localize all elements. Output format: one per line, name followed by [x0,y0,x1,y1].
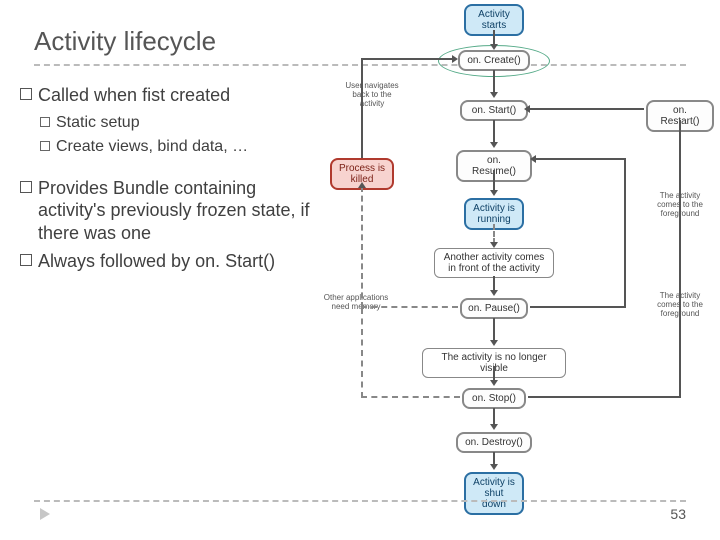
arrow-line [679,120,681,396]
label-nav-back: User navigates back to the activity [340,82,404,108]
arrow-down-icon [490,464,498,470]
arrow-dash [361,186,363,308]
arrow-line [493,318,495,342]
slide: Activity lifecycle Called when fist crea… [0,0,720,540]
node-oncreate: on. Create() [458,50,530,71]
bullet-text: Static setup [56,113,140,133]
bullet-text: Called when fist created [38,84,230,107]
slide-title: Activity lifecycle [34,26,216,57]
square-bullet-icon [20,181,32,193]
arrow-line [493,120,495,144]
bullet-item: Create views, bind data, … [40,137,320,157]
node-ondestroy: on. Destroy() [456,432,532,453]
arrow-down-icon [490,340,498,346]
arrow-line [528,396,681,398]
bullet-item: Called when fist created [20,84,320,107]
arrow-down-icon [490,142,498,148]
arrow-left-icon [530,155,536,163]
arrow-down-icon [490,424,498,430]
bullet-item: Provides Bundle containing activity's pr… [20,177,320,245]
square-bullet-icon [20,254,32,266]
node-shut-down: Activity is shut down [464,472,524,515]
node-onpause: on. Pause() [460,298,528,319]
arrow-line [361,58,455,60]
footer-divider [34,500,686,502]
arrow-line [624,158,626,308]
node-another-activity: Another activity comes in front of the a… [434,248,554,278]
arrow-down-icon [490,380,498,386]
bullet-text: Provides Bundle containing activity's pr… [38,177,320,245]
arrow-dash [493,224,495,244]
arrow-line [528,108,644,110]
bullet-text: Create views, bind data, … [56,137,248,157]
triangle-icon [40,508,50,520]
square-bullet-icon [40,117,50,127]
arrow-down-icon [490,92,498,98]
bullet-text: Always followed by on. Start() [38,250,275,273]
square-bullet-icon [20,88,32,100]
arrow-down-icon [490,44,498,50]
bullet-list: Called when fist created Static setup Cr… [20,84,320,279]
arrow-down-icon [490,242,498,248]
lifecycle-diagram: Activity starts on. Create() on. Start()… [316,0,720,498]
arrow-line [493,70,495,94]
bullet-item: Always followed by on. Start() [20,250,320,273]
arrow-line [493,170,495,192]
arrow-down-icon [490,190,498,196]
node-onstop: on. Stop() [462,388,526,409]
arrow-line [530,306,626,308]
arrow-line [534,158,626,160]
page-number: 53 [670,506,686,522]
arrow-right-icon [452,55,458,63]
arrow-up-icon [358,182,366,188]
arrow-dash [361,308,363,398]
arrow-dash [361,306,458,308]
arrow-dash [361,396,460,398]
square-bullet-icon [40,141,50,151]
arrow-left-icon [524,105,530,113]
arrow-down-icon [490,290,498,296]
arrow-line [361,60,363,158]
node-onstart: on. Start() [460,100,528,121]
label-other-apps: Other applications need memory [316,294,396,312]
bullet-item: Static setup [40,113,320,133]
